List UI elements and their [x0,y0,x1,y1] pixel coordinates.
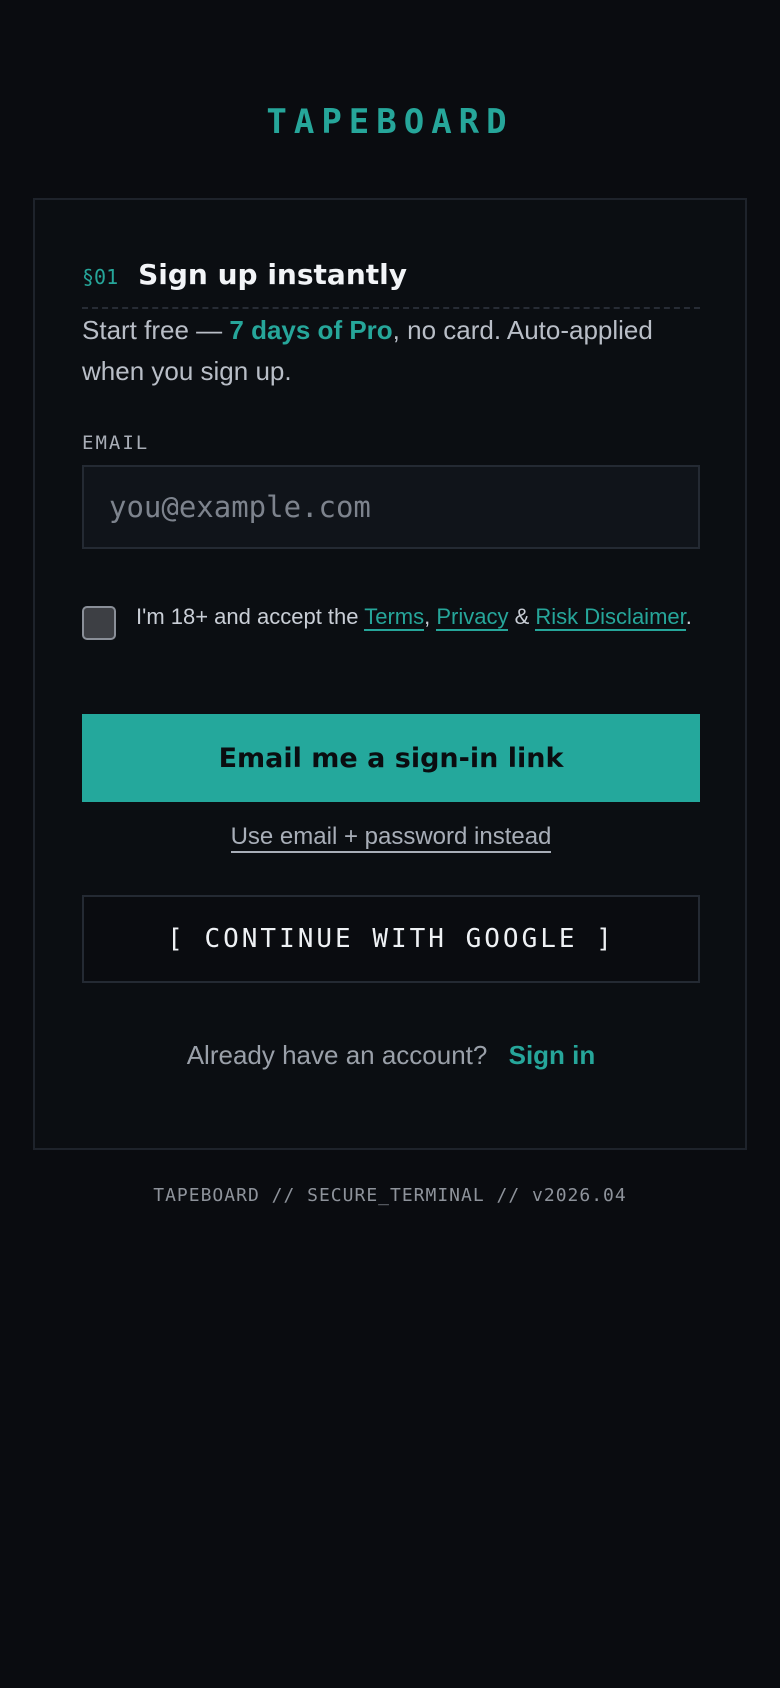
section-title: Sign up instantly [138,258,407,291]
section-number: §01 [82,265,119,289]
consent-checkbox[interactable] [82,606,116,640]
terms-link[interactable]: Terms [364,604,425,631]
dashed-divider [82,307,700,309]
alt-link-row: Use email + password instead [82,823,700,853]
consent-period: . [685,604,692,629]
intro-highlight: 7 days of Pro [229,315,393,345]
brand-logo: TAPEBOARD [266,102,514,142]
privacy-link[interactable]: Privacy [436,604,509,631]
consent-text: I'm 18+ and accept the Terms, Privacy & … [136,600,692,640]
intro-prefix: Start free — [82,315,230,345]
email-password-link[interactable]: Use email + password instead [230,823,552,853]
continue-with-google-button[interactable]: [ CONTINUE WITH GOOGLE ] [82,895,700,983]
sign-in-link[interactable]: Sign in [509,1040,596,1070]
consent-row: I'm 18+ and accept the Terms, Privacy & … [82,600,700,640]
signin-row: Already have an account? Sign in [82,1040,700,1071]
intro-text: Start free — 7 days of Pro, no card. Aut… [82,310,702,392]
email-label: EMAIL [82,432,150,454]
consent-prefix: I'm 18+ and accept the [136,604,365,629]
email-input[interactable] [82,465,700,549]
signin-prompt: Already have an account? [186,1040,488,1070]
risk-disclaimer-link[interactable]: Risk Disclaimer [535,604,686,631]
consent-ampersand: & [508,604,536,629]
signup-card: §01 Sign up instantly Start free — 7 day… [33,198,747,1150]
consent-comma: , [424,604,437,629]
section-header: §01 Sign up instantly [82,258,407,291]
footer-text: TAPEBOARD // SECURE_TERMINAL // v2026.04 [153,1185,627,1206]
email-sign-in-link-button[interactable]: Email me a sign-in link [82,714,700,802]
